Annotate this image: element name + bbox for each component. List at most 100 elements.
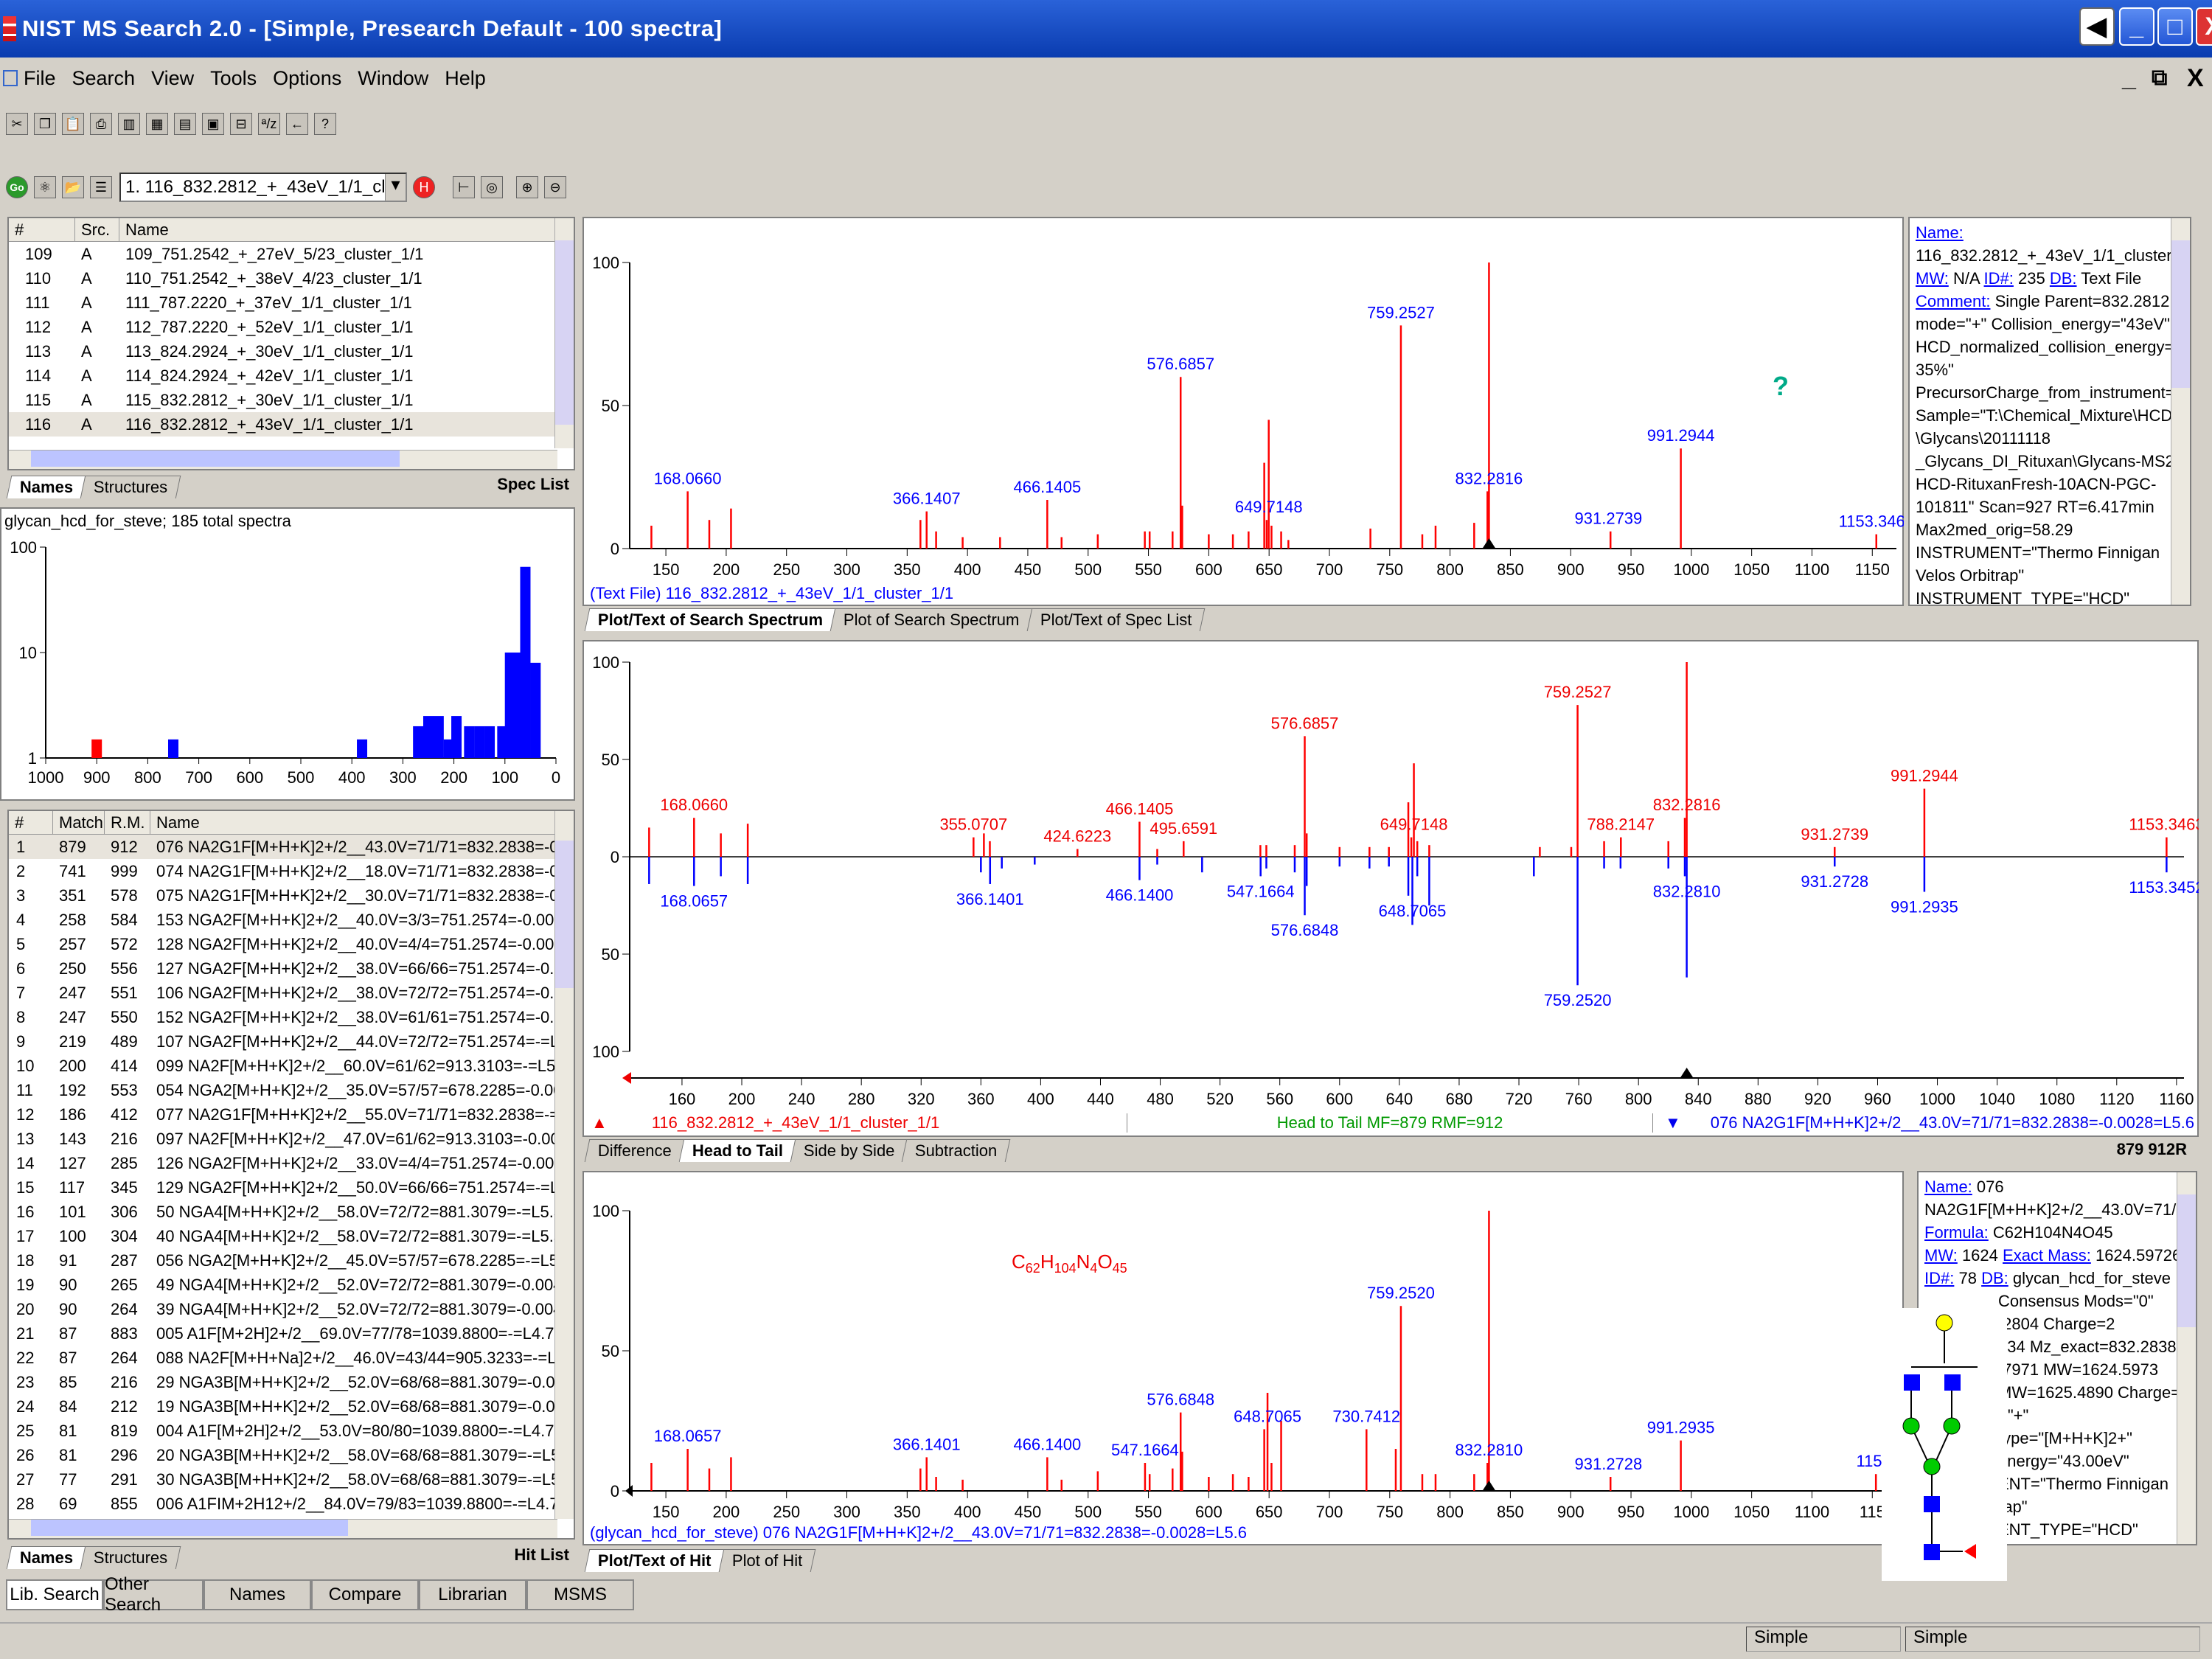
spectrum-icon[interactable]: ▥ bbox=[118, 113, 140, 135]
menu-options[interactable]: Options bbox=[273, 67, 341, 90]
tab-spec-names[interactable]: Names bbox=[6, 476, 87, 498]
hit-list-row[interactable]: 7 247 551 106 NGA2F[M+H+K]2+/2__38.0V=72/72… bbox=[9, 981, 574, 1005]
column-name[interactable]: Name bbox=[119, 218, 532, 241]
tab-plot-text-speclist[interactable]: Plot/Text of Spec List bbox=[1026, 608, 1206, 631]
hit-list-row[interactable]: 5 257 572 128 NGA2F[M+H+K]2+/2__40.0V=4/4=7… bbox=[9, 932, 574, 956]
tab-other-search[interactable]: Other Search bbox=[103, 1574, 204, 1615]
open-folder-icon[interactable]: 📂 bbox=[62, 176, 84, 198]
hit-list-row[interactable]: 25 81 819 004 A1F[M+2H]2+/2__53.0V=80/80=10… bbox=[9, 1419, 574, 1443]
spec-list-row[interactable]: 110 A 110_751.2542_+_38eV_4/23_cluster_1/1 bbox=[9, 266, 574, 291]
hit-list-row[interactable]: 9 219 489 107 NGA2F[M+H+K]2+/2__44.0V=72/72… bbox=[9, 1029, 574, 1054]
mdi-close-button[interactable]: X bbox=[2187, 64, 2204, 93]
tab-names[interactable]: Names bbox=[204, 1579, 311, 1610]
column-number[interactable]: # bbox=[9, 218, 75, 241]
hit-info-scrollbar[interactable] bbox=[2177, 1172, 2196, 1544]
restore-left-icon[interactable]: ◀ bbox=[2079, 7, 2115, 46]
hit-list-row[interactable]: 13 143 216 097 NA2F[M+H+K]2+/2__47.0V=61/62… bbox=[9, 1127, 574, 1151]
hit-name-label[interactable]: Name: bbox=[1924, 1178, 1972, 1196]
db-label[interactable]: DB: bbox=[2050, 269, 2077, 288]
layout-icon[interactable]: ⊟ bbox=[230, 113, 252, 135]
info-scrollbar[interactable] bbox=[2171, 218, 2190, 605]
tab-plot-text-hit[interactable]: Plot/Text of Hit bbox=[584, 1549, 725, 1572]
scale-icon[interactable]: ⊢ bbox=[453, 176, 475, 198]
column-rank[interactable]: # bbox=[9, 811, 53, 834]
menu-search[interactable]: Search bbox=[72, 67, 136, 90]
formula-label[interactable]: Formula: bbox=[1924, 1223, 1989, 1242]
hit-list-hscroll[interactable] bbox=[9, 1519, 557, 1538]
hit-list-row[interactable]: 24 84 212 19 NGA3B[M+H+K]2+/2__52.0V=68/68=… bbox=[9, 1394, 574, 1419]
tab-msms[interactable]: MSMS bbox=[526, 1579, 634, 1610]
tab-subtraction[interactable]: Subtraction bbox=[902, 1139, 1012, 1162]
spec-list-row[interactable]: 116 A 116_832.2812_+_43eV_1/1_cluster_1/1 bbox=[9, 412, 574, 437]
tab-plot-text-search[interactable]: Plot/Text of Search Spectrum bbox=[584, 608, 837, 631]
spec-list-row[interactable]: 112 A 112_787.2220_+_52eV_1/1_cluster_1/1 bbox=[9, 315, 574, 339]
spec-list-row[interactable]: 115 A 115_832.2812_+_30eV_1/1_cluster_1/1 bbox=[9, 388, 574, 412]
hit-list-row[interactable]: 27 77 291 30 NGA3B[M+H+K]2+/2__58.0V=68/68=… bbox=[9, 1467, 574, 1492]
hit-list-row[interactable]: 11 192 553 054 NGA2[M+H+K]2+/2__35.0V=57/57… bbox=[9, 1078, 574, 1102]
tab-spec-structures[interactable]: Structures bbox=[80, 476, 181, 498]
spec-list-scrollbar[interactable] bbox=[554, 218, 574, 448]
search-spectrum-plot[interactable]: 0 50 100 150 200 250 300 350 400 450 500 550 600 650 7… bbox=[584, 218, 1914, 606]
structure-icon[interactable]: ▦ bbox=[146, 113, 168, 135]
id-label[interactable]: ID#: bbox=[1984, 269, 2014, 288]
print-icon[interactable]: ⎙ bbox=[90, 113, 112, 135]
hit-list-row[interactable]: 18 91 287 056 NGA2[M+H+K]2+/2__45.0V=57/57=… bbox=[9, 1248, 574, 1273]
zoom-out-icon[interactable]: ⊖ bbox=[544, 176, 566, 198]
go-icon[interactable]: Go bbox=[6, 176, 28, 198]
hit-list-row[interactable]: 20 90 264 39 NGA4[M+H+K]2+/2__52.0V=72/72=8… bbox=[9, 1297, 574, 1321]
spec-list-row[interactable]: 113 A 113_824.2924_+_30eV_1/1_cluster_1/1 bbox=[9, 339, 574, 364]
hit-list-row[interactable]: 6 250 556 127 NGA2F[M+H+K]2+/2__38.0V=66/66… bbox=[9, 956, 574, 981]
menu-help[interactable]: Help bbox=[445, 67, 486, 90]
target-icon[interactable]: ◎ bbox=[481, 176, 503, 198]
exact-mass-label[interactable]: Exact Mass: bbox=[2003, 1246, 2091, 1265]
molecule-icon[interactable]: ⚛ bbox=[34, 176, 56, 198]
tab-lib-search[interactable]: Lib. Search bbox=[6, 1579, 103, 1610]
spec-list-row[interactable]: 109 A 109_751.2542_+_27eV_5/23_cluster_1/1 bbox=[9, 242, 574, 266]
column-rm[interactable]: R.M. bbox=[105, 811, 150, 834]
name-label[interactable]: Name: bbox=[1916, 223, 1964, 242]
spec-list-row[interactable]: 114 A 114_824.2924_+_42eV_1/1_cluster_1/1 bbox=[9, 364, 574, 388]
tab-difference[interactable]: Difference bbox=[584, 1139, 686, 1162]
hit-list-row[interactable]: 12 186 412 077 NA2G1F[M+H+K]2+/2__55.0V=71/… bbox=[9, 1102, 574, 1127]
hit-mw-label[interactable]: MW: bbox=[1924, 1246, 1958, 1265]
menu-tools[interactable]: Tools bbox=[210, 67, 257, 90]
spectrum-select[interactable]: 1. 116_832.2812_+_43eV_1/1_clu ▾ bbox=[119, 173, 407, 202]
hit-spectrum-plot[interactable]: 0 50 100 150 200 250 300 350 400 450 500 550 600 650 7… bbox=[584, 1172, 1904, 1545]
zoom-in-icon[interactable]: ⊕ bbox=[516, 176, 538, 198]
tab-plot-hit[interactable]: Plot of Hit bbox=[718, 1549, 816, 1572]
back-arrow-icon[interactable]: ← bbox=[286, 113, 308, 135]
hit-list-row[interactable]: 19 90 265 49 NGA4[M+H+K]2+/2__52.0V=72/72=8… bbox=[9, 1273, 574, 1297]
tab-plot-search[interactable]: Plot of Search Spectrum bbox=[830, 608, 1033, 631]
tab-side-by-side[interactable]: Side by Side bbox=[790, 1139, 908, 1162]
comment-label[interactable]: Comment: bbox=[1916, 292, 1990, 310]
column-match[interactable]: Match bbox=[53, 811, 105, 834]
tab-hit-names[interactable]: Names bbox=[6, 1546, 87, 1569]
mdi-restore-button[interactable]: ⧉ bbox=[2152, 66, 2167, 91]
hit-list-row[interactable]: 15 117 345 129 NGA2F[M+H+K]2+/2__50.0V=66/6… bbox=[9, 1175, 574, 1200]
hit-list-row[interactable]: 14 127 285 126 NGA2F[M+H+K]2+/2__33.0V=4/4=… bbox=[9, 1151, 574, 1175]
stop-icon[interactable]: H bbox=[413, 176, 435, 198]
hit-list-row[interactable]: 28 69 855 006 A1FIM+2H12+/2__84.0V=79/83=10… bbox=[9, 1492, 574, 1516]
formula-icon[interactable]: ª/z bbox=[258, 113, 280, 135]
hit-list-row[interactable]: 26 81 296 20 NGA3B[M+H+K]2+/2__58.0V=68/68=… bbox=[9, 1443, 574, 1467]
column-src[interactable]: Src. bbox=[75, 218, 119, 241]
menu-window[interactable]: Window bbox=[358, 67, 428, 90]
grid-icon[interactable]: ▤ bbox=[174, 113, 196, 135]
hit-list-row[interactable]: 1 879 912 076 NA2G1F[M+H+K]2+/2__43.0V=71/7… bbox=[9, 835, 574, 859]
spec-list-row[interactable]: 111 A 111_787.2220_+_37eV_1/1_cluster_1/1 bbox=[9, 291, 574, 315]
close-button[interactable]: X bbox=[2196, 7, 2212, 46]
tab-compare[interactable]: Compare bbox=[311, 1579, 419, 1610]
hit-list-row[interactable]: 2 741 999 074 NA2G1F[M+H+K]2+/2__18.0V=71/7… bbox=[9, 859, 574, 883]
hit-list-row[interactable]: 23 85 216 29 NGA3B[M+H+K]2+/2__52.0V=68/68=… bbox=[9, 1370, 574, 1394]
hit-list-row[interactable]: 10 200 414 099 NA2F[M+H+K]2+/2__60.0V=61/62… bbox=[9, 1054, 574, 1078]
column-hit-name[interactable]: Name bbox=[150, 811, 519, 834]
hit-id-label[interactable]: ID#: bbox=[1924, 1269, 1954, 1287]
maximize-button[interactable]: □ bbox=[2157, 7, 2193, 46]
list-icon[interactable]: ☰ bbox=[90, 176, 112, 198]
copy-icon[interactable]: ❐ bbox=[34, 113, 56, 135]
tab-librarian[interactable]: Librarian bbox=[419, 1579, 526, 1610]
hit-list-scrollbar[interactable] bbox=[554, 811, 574, 1519]
menu-file[interactable]: File bbox=[24, 67, 56, 90]
paste-icon[interactable]: 📋 bbox=[62, 113, 84, 135]
cut-icon[interactable]: ✂ bbox=[6, 113, 28, 135]
